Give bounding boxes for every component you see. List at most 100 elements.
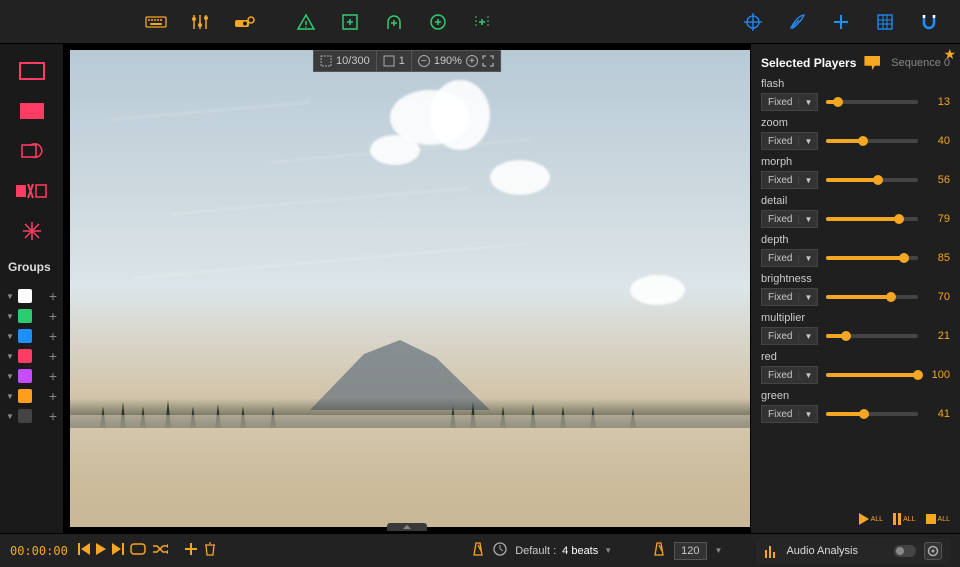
group-row[interactable]: ▼+ <box>0 326 63 346</box>
sliders-icon[interactable] <box>189 11 211 33</box>
group-swatch[interactable] <box>18 289 32 303</box>
group-add-icon[interactable]: + <box>49 288 57 304</box>
param-mode-dropdown[interactable]: Fixed▼ <box>761 171 818 189</box>
group-row[interactable]: ▼+ <box>0 346 63 366</box>
chevron-down-icon[interactable]: ▼ <box>6 352 14 361</box>
group-row[interactable]: ▼+ <box>0 306 63 326</box>
group-swatch[interactable] <box>18 369 32 383</box>
param-value: 79 <box>926 213 950 225</box>
param-slider[interactable] <box>826 139 918 143</box>
spacer-plus-icon[interactable] <box>471 11 493 33</box>
play-all-button[interactable]: ALL <box>859 513 883 525</box>
next-icon[interactable] <box>112 543 124 558</box>
group-row[interactable]: ▼+ <box>0 286 63 306</box>
param-mode-dropdown[interactable]: Fixed▼ <box>761 93 818 111</box>
group-swatch[interactable] <box>18 309 32 323</box>
zoom-out-icon[interactable]: − <box>418 55 430 67</box>
panel-title[interactable]: Selected Players <box>761 56 856 70</box>
projector-icon[interactable] <box>233 11 255 33</box>
fullscreen-icon[interactable] <box>482 55 494 67</box>
group-swatch[interactable] <box>18 329 32 343</box>
sequence-label[interactable]: Sequence 0 <box>891 57 950 69</box>
frame-counter[interactable]: 10/300 <box>314 51 377 71</box>
circle-plus-icon[interactable] <box>427 11 449 33</box>
split-tool[interactable] <box>12 174 52 208</box>
param-slider[interactable] <box>826 178 918 182</box>
pause-all-button[interactable]: ALL <box>893 513 915 525</box>
metronome-icon[interactable] <box>471 541 485 560</box>
transport-bar: 00:00:00 Default : 4 beats ▼ 120 ▼ Audio… <box>0 533 960 567</box>
chevron-down-icon[interactable]: ▼ <box>6 412 14 421</box>
group-row[interactable]: ▼+ <box>0 406 63 426</box>
group-add-icon[interactable]: + <box>49 308 57 324</box>
param-mode-dropdown[interactable]: Fixed▼ <box>761 327 818 345</box>
chevron-down-icon[interactable]: ▼ <box>6 312 14 321</box>
param-slider[interactable] <box>826 256 918 260</box>
group-add-icon[interactable]: + <box>49 388 57 404</box>
stop-all-button[interactable]: ALL <box>926 514 950 524</box>
group-swatch[interactable] <box>18 409 32 423</box>
param-slider[interactable] <box>826 217 918 221</box>
group-swatch[interactable] <box>18 389 32 403</box>
group-add-icon[interactable]: + <box>49 368 57 384</box>
zoom-control[interactable]: − 190% + <box>412 51 500 71</box>
grid-icon[interactable] <box>874 11 896 33</box>
chevron-down-icon[interactable]: ▼ <box>6 332 14 341</box>
param-slider[interactable] <box>826 373 918 377</box>
chevron-down-icon[interactable]: ▼ <box>6 372 14 381</box>
param-slider[interactable] <box>826 412 918 416</box>
add-icon[interactable] <box>184 542 198 559</box>
param-mode-dropdown[interactable]: Fixed▼ <box>761 288 818 306</box>
play-icon[interactable] <box>96 543 106 558</box>
param-mode-dropdown[interactable]: Fixed▼ <box>761 132 818 150</box>
rect-outline-tool[interactable] <box>12 54 52 88</box>
chevron-down-icon[interactable]: ▼ <box>6 392 14 401</box>
feather-icon[interactable] <box>786 11 808 33</box>
beat-preset-dropdown[interactable]: Default : 4 beats ▼ <box>515 545 612 557</box>
keyboard-icon[interactable] <box>145 11 167 33</box>
canvas-area[interactable]: 10/300 1 − 190% + <box>64 44 750 533</box>
gear-icon[interactable] <box>924 542 942 560</box>
plus-icon[interactable] <box>830 11 852 33</box>
param-mode-dropdown[interactable]: Fixed▼ <box>761 249 818 267</box>
crosshair-icon[interactable] <box>742 11 764 33</box>
chevron-down-icon: ▼ <box>798 137 817 146</box>
rect-fill-tool[interactable] <box>12 94 52 128</box>
arch-plus-icon[interactable] <box>383 11 405 33</box>
shuffle-icon[interactable] <box>152 543 168 558</box>
param-slider[interactable] <box>826 295 918 299</box>
param-mode-dropdown[interactable]: Fixed▼ <box>761 366 818 384</box>
triangle-icon[interactable] <box>295 11 317 33</box>
group-add-icon[interactable]: + <box>49 328 57 344</box>
sequence-counter[interactable]: 1 <box>377 51 412 71</box>
group-row[interactable]: ▼+ <box>0 366 63 386</box>
zoom-in-icon[interactable]: + <box>466 55 478 67</box>
clock-icon[interactable] <box>493 542 507 559</box>
param-mode-dropdown[interactable]: Fixed▼ <box>761 210 818 228</box>
spark-tool[interactable] <box>12 214 52 248</box>
group-add-icon[interactable]: + <box>49 348 57 364</box>
bpm-input[interactable]: 120 <box>674 542 706 560</box>
metronome2-icon[interactable] <box>652 541 666 560</box>
chevron-down-icon[interactable]: ▼ <box>6 292 14 301</box>
timeline-handle[interactable] <box>387 523 427 531</box>
param-label: depth <box>761 234 950 246</box>
preview-canvas[interactable] <box>70 50 750 527</box>
param-slider[interactable] <box>826 100 918 104</box>
square-plus-icon[interactable] <box>339 11 361 33</box>
param-mode-dropdown[interactable]: Fixed▼ <box>761 405 818 423</box>
frame-info-bar: 10/300 1 − 190% + <box>313 50 501 72</box>
param-slider[interactable] <box>826 334 918 338</box>
mask-tool[interactable] <box>12 134 52 168</box>
magnet-icon[interactable] <box>918 11 940 33</box>
audio-toggle[interactable] <box>894 545 916 557</box>
group-row[interactable]: ▼+ <box>0 386 63 406</box>
trash-icon[interactable] <box>204 542 216 559</box>
group-add-icon[interactable]: + <box>49 408 57 424</box>
group-swatch[interactable] <box>18 349 32 363</box>
loop-icon[interactable] <box>130 543 146 558</box>
bpm-chevron-icon[interactable]: ▼ <box>715 546 723 555</box>
prev-icon[interactable] <box>78 543 90 558</box>
pin-icon[interactable]: ★ <box>943 46 956 63</box>
chat-icon[interactable] <box>864 56 880 70</box>
